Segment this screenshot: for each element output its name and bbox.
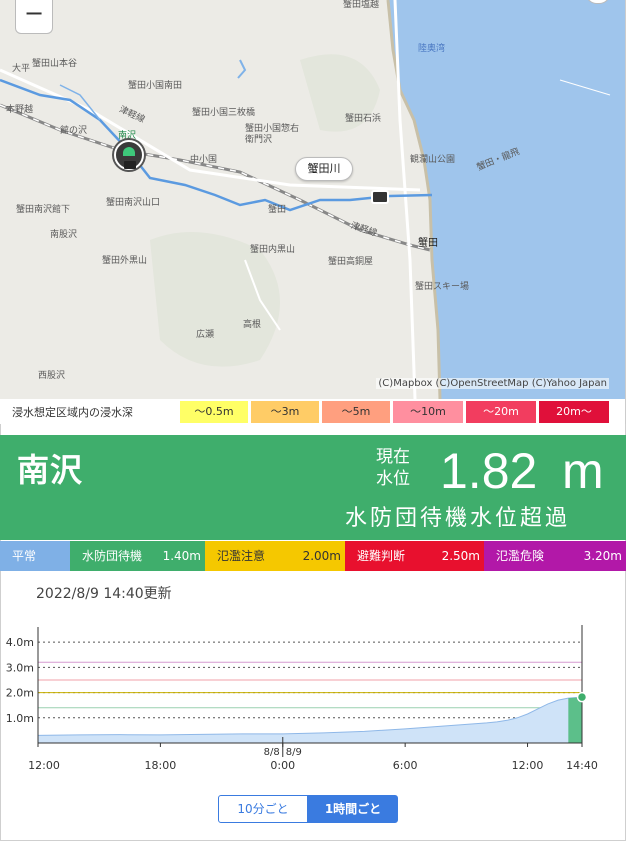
map-label: 蟹田小国三枚橋 xyxy=(192,108,256,118)
flood-depth-legend: 浸水想定区域内の浸水深 〜0.5m 〜3m 〜5m 〜10m 〜20m 20m〜 xyxy=(0,399,626,424)
y-tick-label: 3.0m xyxy=(6,661,34,674)
map-label: 陸奥湾 xyxy=(418,44,446,54)
legend-title: 浸水想定区域内の浸水深 xyxy=(12,406,133,419)
threshold-evacuation: 避難判断 2.50m xyxy=(345,541,484,571)
threshold-danger: 氾濫危険 3.20m xyxy=(484,541,626,571)
camera-marker-icon[interactable] xyxy=(371,190,389,204)
camera-icon xyxy=(124,161,136,169)
threshold-standby: 水防団待機 1.40m xyxy=(70,541,205,571)
map-label: 蟹田スキー場 xyxy=(415,282,470,292)
river-name-tag[interactable]: 蟹田川 xyxy=(295,157,353,181)
x-tick-label: 0:00 xyxy=(270,759,295,772)
interval-toggle: 10分ごと 1時間ごと xyxy=(218,795,398,823)
map-label: 西股沢 xyxy=(38,371,66,381)
y-tick-label: 1.0m xyxy=(6,712,34,725)
map-label: 蟹田石浜 xyxy=(345,114,382,124)
ten-minute-toggle[interactable]: 10分ごと xyxy=(218,795,308,823)
map-label: 蟹田塩越 xyxy=(343,0,380,10)
map-label: 蟹田小国南田 xyxy=(128,81,183,91)
status-text: 水防団待機水位超過 xyxy=(345,506,571,531)
current-level-value: 1.82 xyxy=(440,443,538,499)
legend-swatch: 20m〜 xyxy=(539,401,609,423)
zoom-out-button[interactable]: − xyxy=(15,0,53,34)
threshold-value: 3.20m xyxy=(583,549,622,563)
legend-swatch: 〜5m xyxy=(322,401,390,423)
date-label: 8/8 xyxy=(264,747,280,758)
map-attribution: (C)Mapbox (C)OpenStreetMap (C)Yahoo Japa… xyxy=(376,378,609,389)
map-label: 中小国 xyxy=(190,155,218,165)
map-label: 蟹田小国惣右衛門沢 xyxy=(245,124,300,145)
map-label: 本野越 xyxy=(6,105,34,115)
map-label: 蟹田 xyxy=(268,205,287,215)
threshold-name: 避難判断 xyxy=(357,549,406,563)
legend-swatch: 〜0.5m xyxy=(180,401,248,423)
threshold-value: 2.00m xyxy=(302,549,341,563)
latest-hour-area xyxy=(568,697,582,743)
x-tick-label: 12:00 xyxy=(28,759,60,772)
station-name: 南沢 xyxy=(17,451,84,489)
x-tick-label: 12:00 xyxy=(512,759,544,772)
y-tick-label: 4.0m xyxy=(6,636,34,649)
x-tick-label: 6:00 xyxy=(393,759,418,772)
map-label: 蟹田外黒山 xyxy=(102,256,148,266)
water-level-chart: 4.0m 3.0m 2.0m 1.0m 8/8 8/9 12:00 18:00 0:00 6:00… xyxy=(6,625,598,772)
threshold-name: 氾濫注意 xyxy=(217,549,266,563)
map-label: 広瀬 xyxy=(196,330,215,340)
x-tick-label: 14:40 xyxy=(566,759,598,772)
map-label: 蟹田南沢山口 xyxy=(106,198,161,208)
river-map[interactable]: − 蟹田塩越 陸奥湾 大平 蟹田山本谷 蟹田小国南田 本野越 蟹田小国三枚橋 館… xyxy=(0,0,626,399)
threshold-caution: 氾濫注意 2.00m xyxy=(205,541,345,571)
x-tick-label: 18:00 xyxy=(145,759,177,772)
map-label: 蟹田内黒山 xyxy=(250,245,296,255)
water-level-status-panel: 南沢 現在 水位 1.82 m 水防団待機水位超過 xyxy=(0,435,626,540)
legend-swatch: 〜10m xyxy=(393,401,463,423)
map-label: 大平 xyxy=(12,64,31,74)
threshold-name: 平常 xyxy=(12,549,37,563)
one-hour-toggle[interactable]: 1時間ごと xyxy=(308,795,398,823)
map-label: 蟹田南沢館下 xyxy=(16,205,71,215)
legend-swatch: 〜20m xyxy=(466,401,536,423)
current-level-label: 現在 水位 xyxy=(376,447,410,489)
legend-swatch: 〜3m xyxy=(251,401,319,423)
map-label: 観瀾山公園 xyxy=(410,155,456,165)
current-level-point xyxy=(576,691,588,703)
threshold-value: 2.50m xyxy=(441,549,480,563)
map-label: 蟹田山本谷 xyxy=(32,59,78,69)
date-label: 8/9 xyxy=(286,747,302,758)
threshold-name: 水防団待機 xyxy=(82,549,143,563)
water-level-area xyxy=(38,697,582,743)
map-label: 蟹田 xyxy=(418,238,438,249)
threshold-name: 氾濫危険 xyxy=(496,549,545,563)
y-tick-label: 2.0m xyxy=(6,687,34,700)
current-level-unit: m xyxy=(562,443,604,499)
map-label: 南股沢 xyxy=(50,230,78,240)
map-label: 高根 xyxy=(243,320,262,330)
map-label: 館の沢 xyxy=(60,126,88,136)
threshold-bar: 平常 水防団待機 1.40m 氾濫注意 2.00m 避難判断 2.50m 氾濫危… xyxy=(0,541,626,571)
threshold-normal: 平常 xyxy=(0,541,70,571)
threshold-value: 1.40m xyxy=(162,549,201,563)
updated-time: 2022/8/9 14:40更新 xyxy=(36,586,172,602)
map-base xyxy=(0,0,625,399)
map-label: 蟹田高銅屋 xyxy=(328,257,374,267)
